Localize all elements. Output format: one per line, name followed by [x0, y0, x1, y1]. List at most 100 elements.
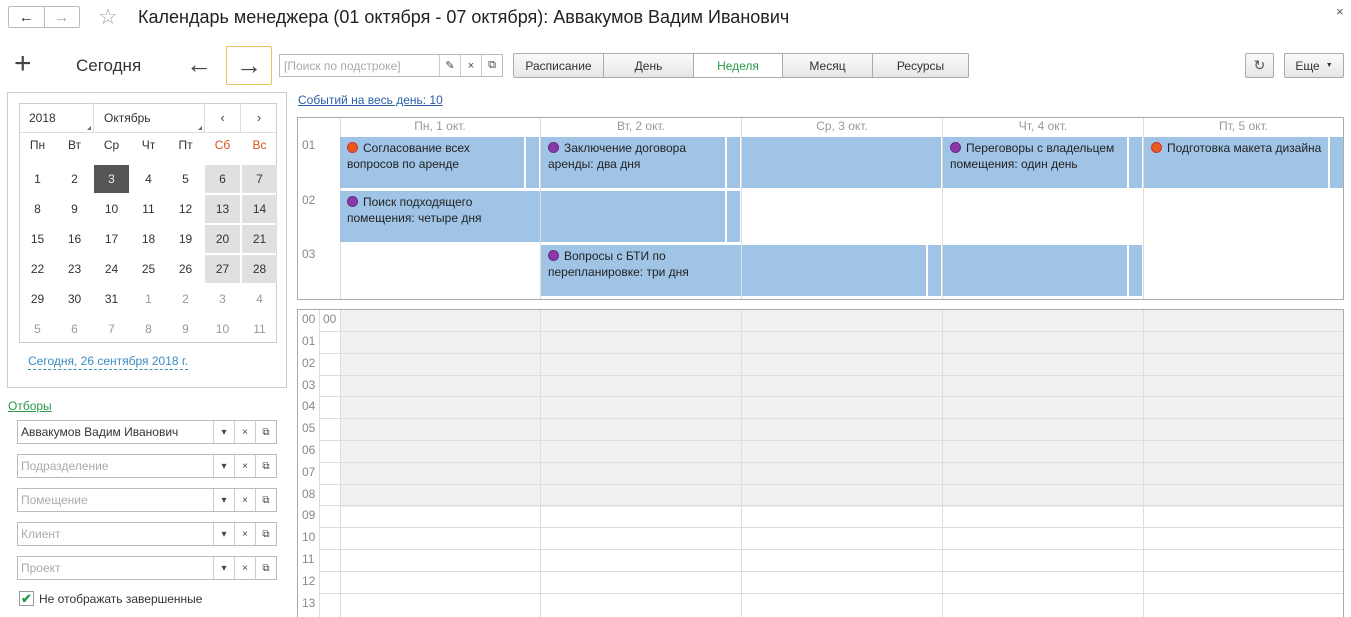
event-continuation[interactable] — [1129, 137, 1142, 188]
day-header[interactable]: Ср, 3 окт. — [742, 119, 942, 135]
calendar-day[interactable]: 9 — [168, 315, 203, 343]
event-item[interactable]: Вопросы с БТИ по перепланировке: три дня — [541, 245, 741, 296]
department-placeholder[interactable]: Подразделение — [18, 455, 213, 477]
dropdown-icon[interactable]: ▾ — [213, 455, 234, 477]
prev-period-icon[interactable]: ← — [186, 50, 212, 78]
calendar-day[interactable]: 8 — [131, 315, 166, 343]
event-continuation[interactable] — [943, 245, 1127, 296]
allday-events-link[interactable]: Событий на весь день: 10 — [298, 93, 443, 107]
open-window-icon[interactable]: ⧉ — [255, 455, 276, 477]
back-icon[interactable]: ← — [9, 7, 44, 27]
employee-value[interactable]: Аввакумов Вадим Иванович — [18, 421, 213, 443]
calendar-day[interactable]: 4 — [242, 285, 277, 313]
favorite-star-icon[interactable]: ☆ — [98, 4, 118, 30]
dropdown-icon[interactable]: ▾ — [213, 421, 234, 443]
open-window-icon[interactable]: ⧉ — [481, 55, 502, 76]
calendar-day[interactable]: 7 — [94, 315, 129, 343]
client-placeholder[interactable]: Клиент — [18, 523, 213, 545]
hide-completed-label[interactable]: Не отображать завершенные — [39, 592, 202, 606]
calendar-day[interactable]: 6 — [205, 165, 240, 193]
today-link[interactable]: Сегодня, 26 сентября 2018 г. — [28, 354, 189, 370]
calendar-day[interactable]: 8 — [20, 195, 55, 223]
calendar-day[interactable]: 9 — [57, 195, 92, 223]
calendar-day[interactable]: 12 — [168, 195, 203, 223]
day-header[interactable]: Пт, 5 окт. — [1144, 119, 1343, 135]
event-continuation[interactable] — [1129, 245, 1142, 296]
event-item[interactable]: Согласование всех вопросов по аренде — [340, 137, 524, 188]
search-input[interactable] — [280, 55, 439, 76]
year-select[interactable]: 2018 — [19, 103, 94, 133]
calendar-day[interactable]: 5 — [168, 165, 203, 193]
clear-icon[interactable]: × — [234, 557, 255, 579]
calendar-day[interactable]: 16 — [57, 225, 92, 253]
dropdown-icon[interactable]: ▾ — [213, 489, 234, 511]
dropdown-icon[interactable]: ▾ — [213, 523, 234, 545]
calendar-day[interactable]: 1 — [20, 165, 55, 193]
calendar-day[interactable]: 18 — [131, 225, 166, 253]
event-continuation[interactable] — [526, 137, 539, 188]
dropdown-icon[interactable]: ▾ — [213, 557, 234, 579]
calendar-day[interactable]: 23 — [57, 255, 92, 283]
event-continuation[interactable] — [727, 191, 740, 242]
add-event-icon[interactable]: + — [14, 49, 32, 79]
pencil-icon[interactable]: ✎ — [439, 55, 460, 76]
clear-icon[interactable]: × — [234, 455, 255, 477]
calendar-day[interactable]: 2 — [168, 285, 203, 313]
close-icon[interactable]: × — [1336, 4, 1344, 19]
calendar-day[interactable]: 10 — [94, 195, 129, 223]
room-placeholder[interactable]: Помещение — [18, 489, 213, 511]
view-week[interactable]: Неделя — [693, 54, 782, 77]
calendar-day[interactable]: 3 — [94, 165, 129, 193]
calendar-day[interactable]: 21 — [242, 225, 277, 253]
open-window-icon[interactable]: ⧉ — [255, 557, 276, 579]
open-window-icon[interactable]: ⧉ — [255, 421, 276, 443]
clear-icon[interactable]: × — [234, 421, 255, 443]
calendar-day[interactable]: 6 — [57, 315, 92, 343]
day-header[interactable]: Пн, 1 окт. — [340, 119, 540, 135]
day-header[interactable]: Чт, 4 окт. — [943, 119, 1143, 135]
calendar-day[interactable]: 5 — [20, 315, 55, 343]
calendar-day[interactable]: 11 — [131, 195, 166, 223]
event-continuation[interactable] — [928, 245, 941, 296]
view-schedule[interactable]: Расписание — [514, 54, 603, 77]
hide-completed-checkbox[interactable]: ✔ — [19, 591, 34, 606]
event-item[interactable]: Поиск подходящего помещения: четыре дня — [340, 191, 540, 242]
forward-icon[interactable]: → — [43, 7, 80, 27]
calendar-day[interactable]: 20 — [205, 225, 240, 253]
event-item[interactable]: Переговоры с владельцем помещения: один … — [943, 137, 1127, 188]
clear-icon[interactable]: × — [460, 55, 481, 76]
calendar-day[interactable]: 2 — [57, 165, 92, 193]
calendar-day[interactable]: 11 — [242, 315, 277, 343]
open-window-icon[interactable]: ⧉ — [255, 523, 276, 545]
clear-icon[interactable]: × — [234, 489, 255, 511]
calendar-day[interactable]: 31 — [94, 285, 129, 313]
event-item[interactable]: Подготовка макета дизайна — [1144, 137, 1328, 188]
calendar-day[interactable]: 13 — [205, 195, 240, 223]
calendar-day[interactable]: 7 — [242, 165, 277, 193]
event-continuation[interactable] — [742, 137, 941, 188]
calendar-day[interactable]: 30 — [57, 285, 92, 313]
prev-month-icon[interactable]: ‹ — [205, 103, 241, 133]
calendar-day[interactable]: 4 — [131, 165, 166, 193]
event-continuation[interactable] — [541, 191, 725, 242]
calendar-day[interactable]: 26 — [168, 255, 203, 283]
calendar-day[interactable]: 29 — [20, 285, 55, 313]
calendar-day[interactable]: 22 — [20, 255, 55, 283]
day-header[interactable]: Вт, 2 окт. — [541, 119, 741, 135]
calendar-day[interactable]: 27 — [205, 255, 240, 283]
today-button[interactable]: Сегодня — [76, 56, 141, 76]
calendar-day[interactable]: 3 — [205, 285, 240, 313]
view-resources[interactable]: Ресурсы — [872, 54, 968, 77]
calendar-day[interactable]: 19 — [168, 225, 203, 253]
event-continuation[interactable] — [1330, 137, 1343, 188]
view-month[interactable]: Месяц — [782, 54, 872, 77]
event-continuation[interactable] — [742, 245, 926, 296]
event-item[interactable]: Заключение договора аренды: два дня — [541, 137, 725, 188]
next-period-button[interactable]: → — [226, 46, 272, 85]
calendar-day[interactable]: 14 — [242, 195, 277, 223]
open-window-icon[interactable]: ⧉ — [255, 489, 276, 511]
next-month-icon[interactable]: › — [241, 103, 277, 133]
calendar-day[interactable]: 1 — [131, 285, 166, 313]
clear-icon[interactable]: × — [234, 523, 255, 545]
filters-link[interactable]: Отборы — [8, 399, 52, 413]
